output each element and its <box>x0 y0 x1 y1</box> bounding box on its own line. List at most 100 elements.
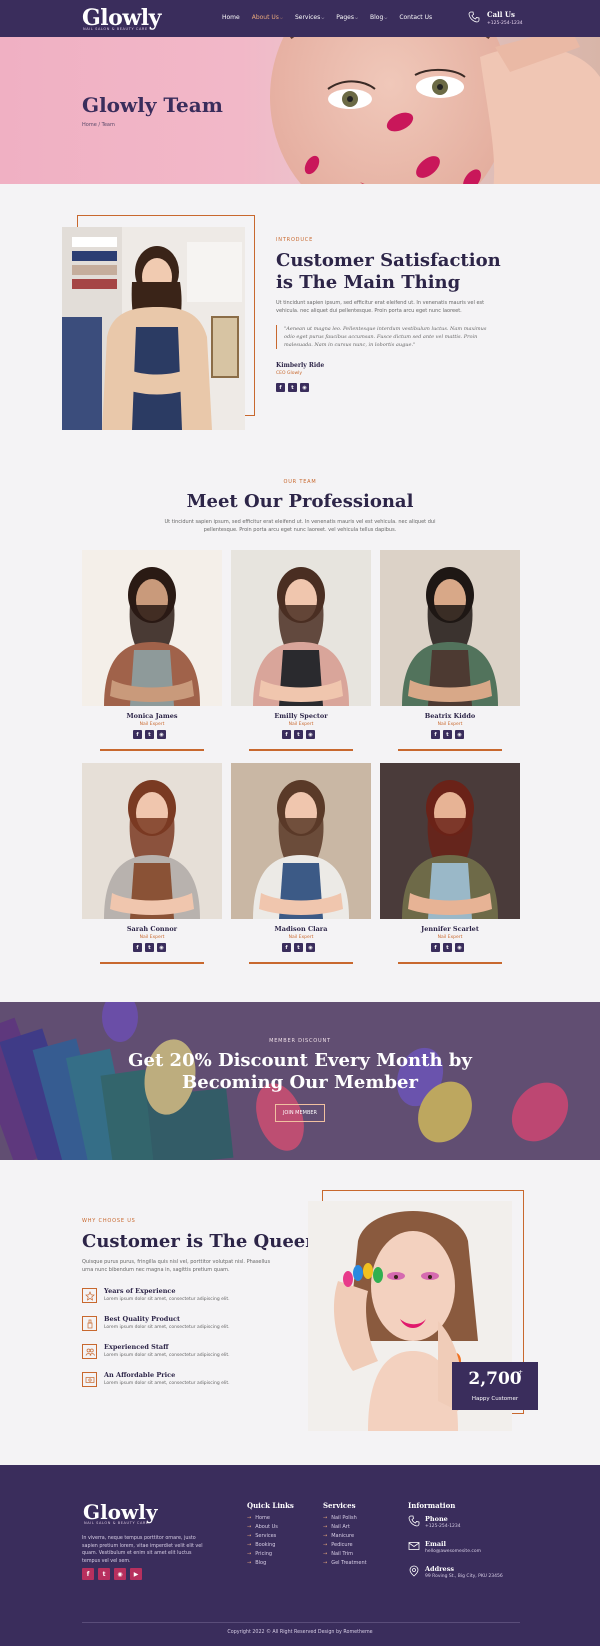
footer-address[interactable]: Address 99 Roving St., Big City, PKU 234… <box>408 1565 528 1585</box>
intro-heading-line1: Customer Satisfaction <box>276 250 501 271</box>
stat-label: Happy Customer <box>471 1396 519 1402</box>
call-label: Call Us <box>487 10 515 19</box>
facebook-icon[interactable]: f <box>282 730 291 739</box>
twitter-icon[interactable]: t <box>98 1568 110 1580</box>
facebook-icon[interactable]: f <box>431 730 440 739</box>
twitter-icon[interactable]: t <box>443 943 452 952</box>
breadcrumb[interactable]: Home / Team <box>82 122 115 128</box>
intro-heading-line2: is The Main Thing <box>276 272 461 293</box>
instagram-icon[interactable]: ◉ <box>455 943 464 952</box>
author-name: Kimberly Ride <box>276 362 325 369</box>
location-pin-icon <box>409 1565 419 1577</box>
address-value: 99 Roving St., Big City, PKU 23456 <box>425 1574 503 1579</box>
instagram-icon[interactable]: ◉ <box>157 943 166 952</box>
phone-label: Phone <box>425 1515 448 1523</box>
footer-link-about-us[interactable]: About Us <box>247 1524 278 1533</box>
feature-desc: Lorem ipsum dolor sit amet, consectetur … <box>104 1353 230 1358</box>
team-member-social: f t ◉ <box>282 943 315 952</box>
feature-title: Best Quality Product <box>104 1315 181 1323</box>
youtube-icon[interactable]: ▶ <box>130 1568 142 1580</box>
team-eyebrow: OUR TEAM <box>283 479 317 485</box>
instagram-icon[interactable]: ◉ <box>306 943 315 952</box>
card-underline <box>100 962 204 964</box>
instagram-icon[interactable]: ◉ <box>114 1568 126 1580</box>
ceo-photo <box>62 227 245 430</box>
star-badge-icon <box>82 1288 97 1303</box>
intro-paragraph: Ut tincidunt sapien ipsum, sed efficitur… <box>276 300 485 314</box>
phone-value: +125-254-1234 <box>425 1524 461 1529</box>
team-member-name: Emilly Spector <box>274 712 328 720</box>
instagram-icon[interactable]: ◉ <box>300 383 309 392</box>
nav-about-us[interactable]: About Us⌵ <box>252 14 283 21</box>
team-member-card: Beatrix Kiddo Nail Expert f t ◉ <box>380 550 520 760</box>
feature-desc: Lorem ipsum dolor sit amet, consectetur … <box>104 1381 230 1386</box>
twitter-icon[interactable]: t <box>288 383 297 392</box>
footer-link-booking[interactable]: Booking <box>247 1542 278 1551</box>
quick-links-title: Quick Links <box>247 1501 294 1510</box>
team-member-role: Nail Expert <box>139 935 165 940</box>
footer-service-manicure[interactable]: Manicure <box>323 1533 367 1542</box>
nav-contact-us[interactable]: Contact Us <box>399 14 432 21</box>
footer-service-nail-polish[interactable]: Nail Polish <box>323 1515 367 1524</box>
twitter-icon[interactable]: t <box>294 943 303 952</box>
team-member-photo <box>82 550 222 706</box>
call-number: +125-254-1234 <box>487 21 523 26</box>
team-member-name: Monica James <box>126 712 178 720</box>
footer-link-home[interactable]: Home <box>247 1515 278 1524</box>
chevron-down-icon: ⌵ <box>384 15 388 20</box>
team-member-role: Nail Expert <box>437 935 463 940</box>
feature-item: Best Quality Product Lorem ipsum dolor s… <box>82 1314 302 1338</box>
stat-plus: + <box>518 1369 524 1376</box>
facebook-icon[interactable]: f <box>133 730 142 739</box>
footer-link-services[interactable]: Services <box>247 1533 278 1542</box>
footer-service-nail-trim[interactable]: Nail Trim <box>323 1551 367 1560</box>
footer-divider <box>82 1622 520 1623</box>
team-member-social: f t ◉ <box>133 730 166 739</box>
footer-email[interactable]: Email hello@awesomesite.com <box>408 1540 528 1560</box>
twitter-icon[interactable]: t <box>294 730 303 739</box>
footer-service-pedicure[interactable]: Pedicure <box>323 1542 367 1551</box>
instagram-icon[interactable]: ◉ <box>455 730 464 739</box>
facebook-icon[interactable]: f <box>133 943 142 952</box>
team-member-card: Monica James Nail Expert f t ◉ <box>82 550 222 760</box>
team-member-photo <box>82 763 222 919</box>
facebook-icon[interactable]: f <box>276 383 285 392</box>
facebook-icon[interactable]: f <box>431 943 440 952</box>
twitter-icon[interactable]: t <box>145 730 154 739</box>
main-nav: Home About Us⌵ Services⌵ Pages⌵ Blog⌵ Co… <box>222 14 444 21</box>
feature-desc: Lorem ipsum dolor sit amet, consectetur … <box>104 1325 230 1330</box>
facebook-icon[interactable]: f <box>282 943 291 952</box>
feature-item: An Affordable Price Lorem ipsum dolor si… <box>82 1370 302 1394</box>
feature-title: Years of Experience <box>104 1287 176 1295</box>
team-member-name: Madison Clara <box>274 925 328 933</box>
nav-home[interactable]: Home <box>222 14 240 21</box>
team-member-card: Jennifer Scarlet Nail Expert f t ◉ <box>380 763 520 973</box>
team-member-role: Nail Expert <box>288 722 314 727</box>
twitter-icon[interactable]: t <box>145 943 154 952</box>
team-member-photo <box>380 550 520 706</box>
nav-blog[interactable]: Blog⌵ <box>370 14 387 21</box>
feature-title: Experienced Staff <box>104 1343 169 1351</box>
quick-links-list: Home About Us Services Booking Pricing B… <box>247 1515 278 1570</box>
team-member-name: Sarah Connor <box>126 925 178 933</box>
footer-link-pricing[interactable]: Pricing <box>247 1551 278 1560</box>
footer-social-links: f t ◉ ▶ <box>82 1568 142 1580</box>
instagram-icon[interactable]: ◉ <box>306 730 315 739</box>
instagram-icon[interactable]: ◉ <box>157 730 166 739</box>
team-paragraph: Ut tincidunt sapien ipsum, sed efficitur… <box>164 519 436 533</box>
nav-services[interactable]: Services⌵ <box>295 14 324 21</box>
footer-phone[interactable]: Phone +125-254-1234 <box>408 1515 528 1535</box>
join-member-button[interactable]: JOIN MEMBER <box>275 1104 325 1122</box>
twitter-icon[interactable]: t <box>443 730 452 739</box>
address-label: Address <box>425 1565 455 1573</box>
footer-service-gel-treatment[interactable]: Gel Treatment <box>323 1560 366 1569</box>
discount-heading-line2: Becoming Our Member <box>182 1072 418 1093</box>
information-title: Information <box>408 1501 456 1510</box>
email-icon <box>408 1542 420 1550</box>
nav-pages[interactable]: Pages⌵ <box>336 14 358 21</box>
facebook-icon[interactable]: f <box>82 1568 94 1580</box>
footer-service-nail-art[interactable]: Nail Art <box>323 1524 367 1533</box>
team-member-name: Beatrix Kiddo <box>424 712 476 720</box>
footer-link-blog[interactable]: Blog <box>247 1560 278 1569</box>
footer-logo-tagline: NAIL SALON & BEAUTY CARE <box>84 1521 149 1525</box>
